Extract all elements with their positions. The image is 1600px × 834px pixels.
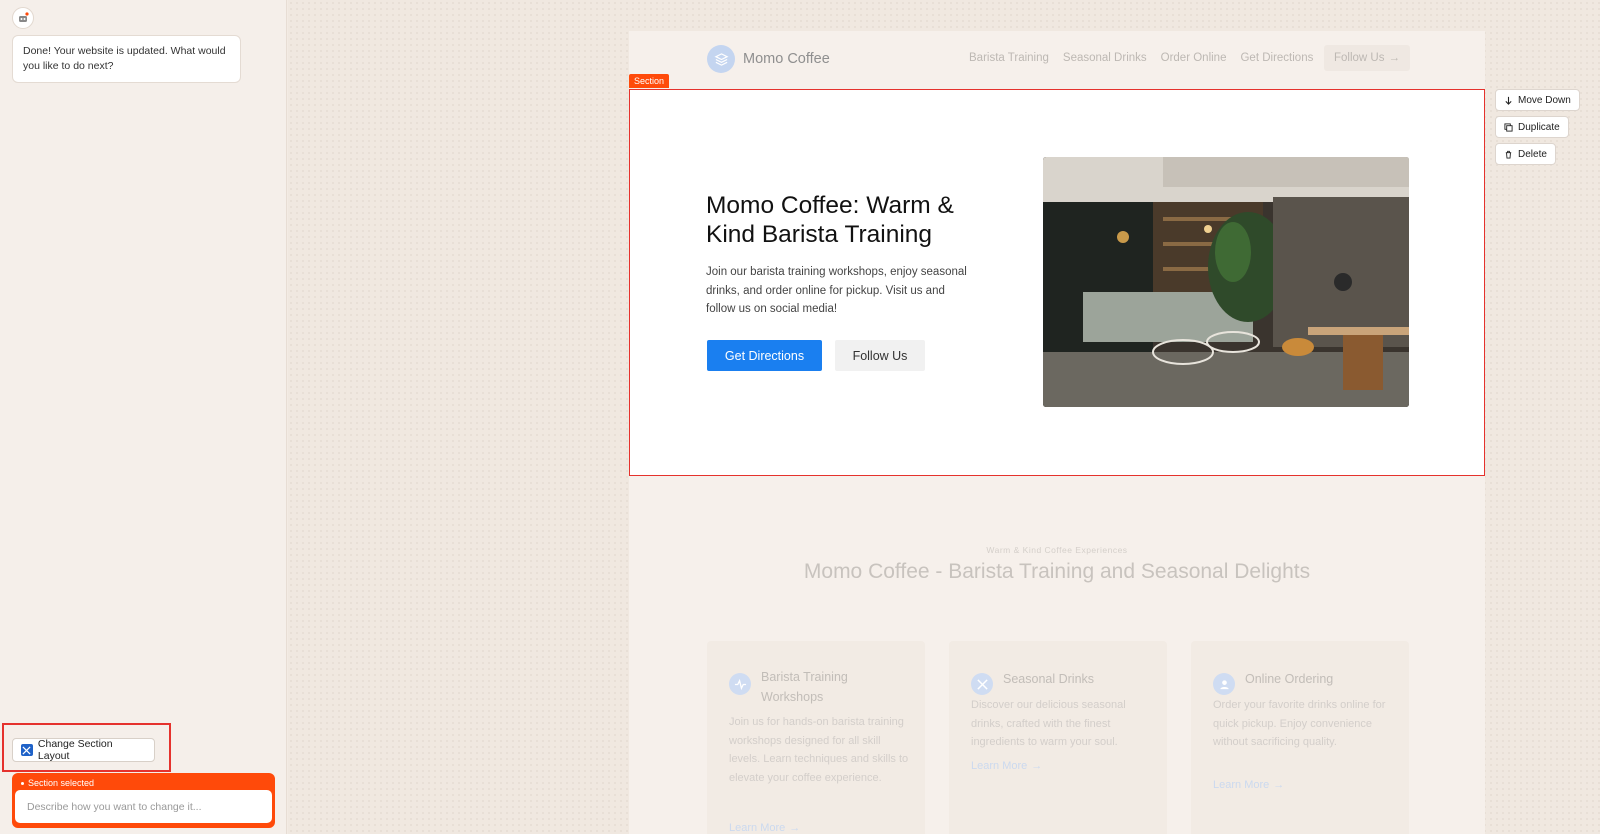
bot-avatar — [12, 7, 34, 29]
learn-more-label: Learn More — [1213, 779, 1270, 791]
arrow-right-icon: → — [789, 822, 801, 834]
arrow-right-icon: → — [1031, 760, 1043, 772]
layout-icon — [21, 744, 33, 756]
duplicate-label: Duplicate — [1518, 121, 1560, 133]
feature-card-seasonal-drinks: Seasonal Drinks Discover our delicious s… — [949, 641, 1167, 834]
dot-icon — [21, 781, 24, 785]
section-selected-indicator: Section selected — [15, 776, 272, 790]
nav-order-online[interactable]: Order Online — [1161, 52, 1227, 64]
nav-get-directions[interactable]: Get Directions — [1240, 52, 1313, 64]
feature-card-barista-training: Barista Training Workshops Join us for h… — [707, 641, 925, 834]
section-selected-label: Section selected — [28, 778, 95, 788]
duplicate-button[interactable]: Duplicate — [1495, 116, 1569, 138]
hero-section[interactable]: Momo Coffee: Warm & Kind Barista Trainin… — [629, 89, 1485, 476]
site-nav: Barista Training Seasonal Drinks Order O… — [969, 52, 1313, 64]
robot-icon — [19, 12, 29, 22]
tools-icon — [971, 673, 993, 695]
card-description: Join us for hands-on barista training wo… — [729, 716, 909, 784]
delete-label: Delete — [1518, 148, 1547, 160]
section-tag: Section — [629, 74, 670, 88]
features-title: Momo Coffee - Barista Training and Seaso… — [803, 560, 1311, 583]
arrow-down-icon — [1505, 96, 1512, 105]
card-description: Discover our delicious seasonal drinks, … — [971, 699, 1126, 748]
hero-title: Momo Coffee: Warm & Kind Barista Trainin… — [706, 192, 954, 248]
nav-seasonal-drinks[interactable]: Seasonal Drinks — [1063, 52, 1147, 64]
nav-follow-label: Follow Us — [1334, 52, 1385, 64]
move-down-label: Move Down — [1518, 94, 1571, 106]
learn-more-link[interactable]: Learn More → — [729, 822, 800, 834]
section-prompt-box: Section selected — [12, 773, 275, 828]
learn-more-link[interactable]: Learn More → — [971, 760, 1042, 772]
chat-panel: Done! Your website is updated. What woul… — [0, 0, 287, 834]
hero-description: Join our barista training workshops, enj… — [706, 266, 967, 315]
card-title: Online Ordering — [1245, 672, 1334, 686]
change-section-layout-label: Change Section Layout — [37, 738, 113, 762]
delete-button[interactable]: Delete — [1495, 143, 1556, 165]
card-description: Order your favorite drinks online for qu… — [1213, 699, 1386, 748]
activity-icon — [729, 673, 751, 695]
logo-icon — [707, 45, 735, 73]
learn-more-link[interactable]: Learn More → — [1213, 779, 1284, 791]
section-actions: Move Down Duplicate Delete — [1495, 89, 1580, 165]
brand-name: Momo Coffee — [743, 51, 830, 67]
cafe-interior-image — [1043, 157, 1409, 407]
site-header: Momo Coffee Barista Training Seasonal Dr… — [629, 31, 1485, 89]
card-title: Barista Training Workshops — [761, 670, 848, 704]
change-description-input[interactable] — [15, 790, 272, 823]
get-directions-button[interactable]: Get Directions — [707, 340, 822, 371]
nav-barista-training[interactable]: Barista Training — [969, 52, 1049, 64]
card-title: Seasonal Drinks — [1003, 672, 1095, 686]
arrow-right-icon: → — [1388, 52, 1400, 64]
assistant-message: Done! Your website is updated. What woul… — [12, 35, 241, 83]
feature-card-online-ordering: Online Ordering Order your favorite drin… — [1191, 641, 1409, 834]
trash-icon — [1505, 150, 1512, 159]
nav-follow-us-button[interactable]: Follow Us → — [1324, 45, 1410, 71]
move-down-button[interactable]: Move Down — [1495, 89, 1580, 111]
learn-more-label: Learn More — [729, 822, 786, 834]
follow-us-button[interactable]: Follow Us — [835, 340, 925, 371]
features-subtitle: Warm & Kind Coffee Experiences — [986, 545, 1128, 555]
change-section-layout-button[interactable]: Change Section Layout — [12, 738, 155, 762]
user-icon — [1213, 673, 1235, 695]
copy-icon — [1504, 122, 1513, 132]
arrow-right-icon: → — [1273, 779, 1285, 791]
learn-more-label: Learn More — [971, 760, 1028, 772]
